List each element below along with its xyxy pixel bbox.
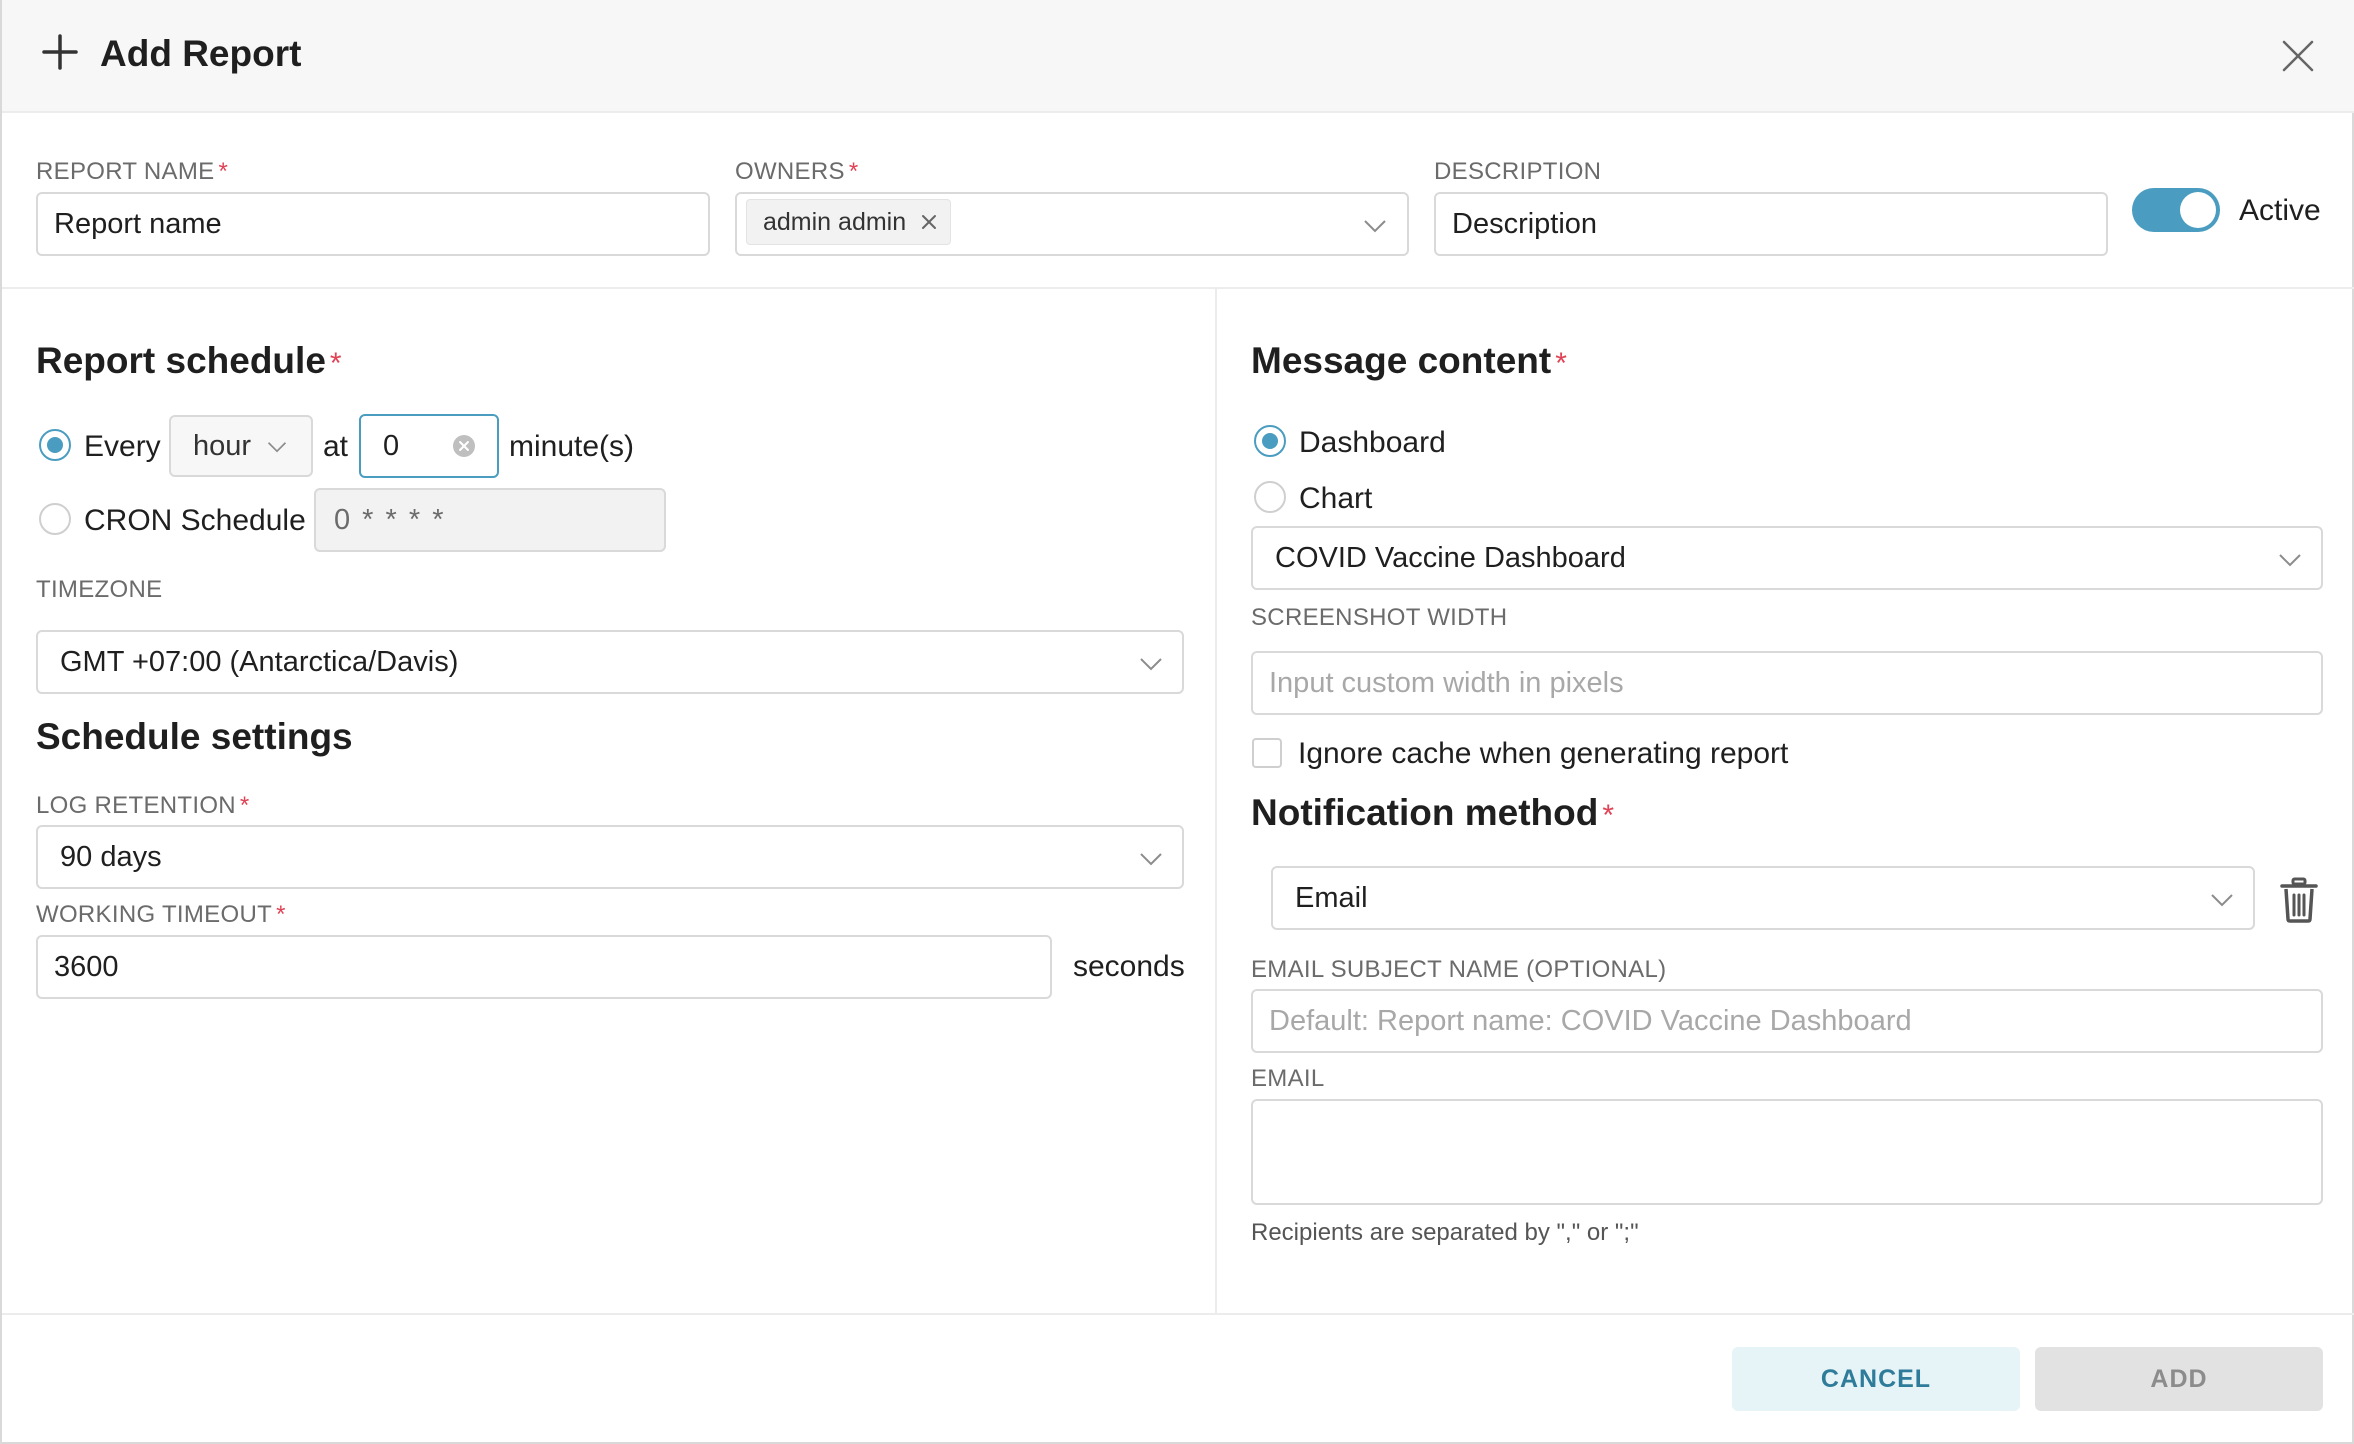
modal-title: Add Report [100, 33, 302, 74]
add-report-modal: Add Report REPORT NAME * Report name OWNE… [0, 0, 2354, 1444]
every-unit-value: hour [193, 430, 252, 462]
chevron-down-icon [2279, 554, 2301, 567]
minute-suffix-label: minute(s) [509, 430, 635, 463]
every-unit-select[interactable]: hour [169, 415, 313, 477]
notification-method-title: Notification method * [1251, 792, 1615, 833]
timezone-label: TIMEZONE [36, 576, 163, 603]
close-icon[interactable] [2280, 38, 2316, 74]
radio-every[interactable] [39, 429, 71, 461]
working-timeout-label: WORKING TIMEOUT * [36, 901, 286, 928]
email-help-text: Recipients are separated by "," or ";" [1251, 1219, 1639, 1246]
cron-input[interactable]: 0 * * * * [314, 488, 666, 552]
owners-label: OWNERS * [735, 158, 859, 185]
email-label: EMAIL [1251, 1065, 1325, 1092]
chevron-down-icon [267, 442, 287, 453]
cancel-button[interactable]: CANCEL [1732, 1347, 2020, 1411]
description-input[interactable]: Description [1434, 192, 2108, 256]
dashboard-select[interactable]: COVID Vaccine Dashboard [1251, 526, 2323, 590]
log-retention-label: LOG RETENTION * [36, 792, 250, 819]
chart-option-label: Chart [1299, 482, 1373, 515]
remove-tag-icon[interactable] [920, 213, 938, 231]
chevron-down-icon [1364, 220, 1386, 233]
divider [1215, 289, 1217, 1313]
trash-icon[interactable] [2280, 877, 2318, 923]
divider [2, 287, 2354, 289]
modal-header: Add Report [2, 0, 2354, 113]
report-schedule-title: Report schedule * [36, 340, 342, 381]
radio-cron[interactable] [39, 503, 71, 535]
cron-label: CRON Schedule [84, 504, 306, 537]
description-label: DESCRIPTION [1434, 158, 1602, 185]
chevron-down-icon [2211, 894, 2233, 907]
message-content-title: Message content * [1251, 340, 1567, 381]
active-toggle[interactable] [2132, 188, 2220, 232]
email-subject-input[interactable]: Default: Report name: COVID Vaccine Dash… [1251, 989, 2323, 1053]
add-button[interactable]: ADD [2035, 1347, 2323, 1411]
email-subject-label: EMAIL SUBJECT NAME (OPTIONAL) [1251, 956, 1667, 983]
working-timeout-input[interactable]: 3600 [36, 935, 1052, 999]
dashboard-option-label: Dashboard [1299, 426, 1446, 459]
at-label: at [323, 430, 349, 463]
chevron-down-icon [1140, 853, 1162, 866]
email-textarea[interactable] [1251, 1099, 2323, 1205]
active-label: Active [2239, 194, 2321, 227]
toggle-knob [2180, 192, 2216, 228]
plus-icon [42, 34, 78, 70]
radio-dashboard[interactable] [1254, 425, 1286, 457]
divider [2, 1313, 2354, 1315]
ignore-cache-label: Ignore cache when generating report [1298, 737, 1789, 770]
working-timeout-unit: seconds [1073, 950, 1185, 983]
chevron-down-icon [1140, 658, 1162, 671]
clear-icon[interactable] [452, 434, 476, 458]
schedule-settings-title: Schedule settings [36, 716, 353, 757]
log-retention-select[interactable]: 90 days [36, 825, 1184, 889]
ignore-cache-checkbox[interactable] [1252, 738, 1282, 768]
report-name-input[interactable]: Report name [36, 192, 710, 256]
minute-input[interactable]: 0 [359, 414, 499, 478]
screenshot-width-label: SCREENSHOT WIDTH [1251, 604, 1508, 631]
every-label: Every [84, 430, 161, 463]
timezone-select[interactable]: GMT +07:00 (Antarctica/Davis) [36, 630, 1184, 694]
radio-chart[interactable] [1254, 481, 1286, 513]
report-name-label: REPORT NAME * [36, 158, 229, 185]
screenshot-width-input[interactable]: Input custom width in pixels [1251, 651, 2323, 715]
owner-tag: admin admin [746, 199, 952, 245]
notification-method-select[interactable]: Email [1271, 866, 2255, 930]
owner-tag-label: admin admin [763, 208, 907, 236]
